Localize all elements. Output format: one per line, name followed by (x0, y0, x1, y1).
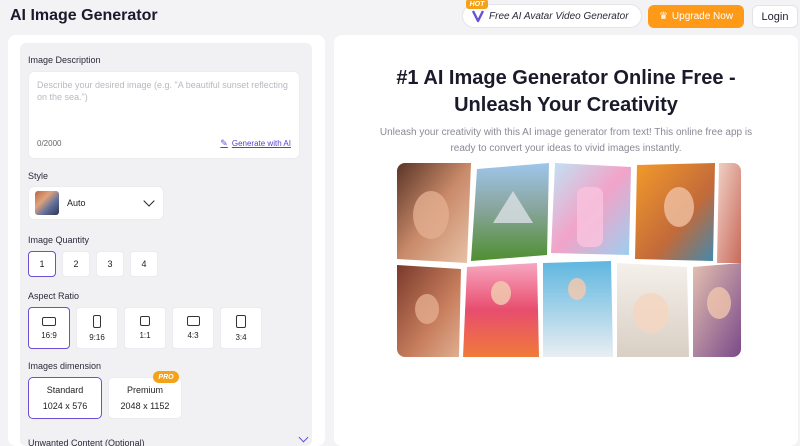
quantity-option-4[interactable]: 4 (130, 251, 158, 277)
quantity-option-2[interactable]: 2 (62, 251, 90, 277)
hero-panel: #1 AI Image Generator Online Free - Unle… (334, 35, 798, 446)
expand-chevron-icon[interactable] (298, 432, 309, 443)
description-input[interactable] (37, 80, 293, 116)
dimension-label: Images dimension (28, 361, 102, 371)
hero-title-line-1: #1 AI Image Generator Online Free - (396, 67, 736, 89)
portrait-icon (93, 314, 101, 328)
hero-subtitle: Unleash your creativity with this AI ima… (364, 125, 768, 157)
aspect-ratio-3-4[interactable]: 3:4 (220, 307, 262, 349)
dimension-standard-name: Standard (46, 385, 84, 395)
login-button[interactable]: Login (752, 5, 798, 28)
avatar-link-label: Free AI Avatar Video Generator (489, 10, 629, 22)
dimension-premium-size: 2048 x 1152 (120, 401, 170, 411)
collage-graphic (397, 163, 741, 357)
generate-with-ai-label: Generate with AI (231, 139, 291, 148)
style-select[interactable]: Auto (28, 186, 164, 220)
quantity-option-3[interactable]: 3 (96, 251, 124, 277)
quantity-options: 1 2 3 4 (28, 251, 158, 277)
aspect-ratio-9-16[interactable]: 9:16 (76, 307, 118, 349)
girl-flowers-image (463, 263, 539, 357)
dimension-standard-size: 1024 x 576 (42, 401, 88, 411)
style-label: Style (28, 171, 49, 181)
magic-wand-icon: ✎ (220, 138, 228, 148)
app-title: AI Image Generator (10, 7, 158, 24)
upgrade-label: Upgrade Now (671, 11, 734, 22)
style-thumbnail (35, 191, 59, 215)
square-icon (140, 316, 150, 326)
aspect-ratio-label-9-16: 9:16 (89, 332, 105, 342)
char-count: 0/2000 (37, 139, 62, 148)
dimension-options: Standard 1024 x 576 PRO Premium 2048 x 1… (28, 371, 182, 419)
generate-with-ai-link[interactable]: ✎ Generate with AI (220, 138, 291, 149)
description-label: Image Description (28, 55, 101, 65)
hot-badge: HOT (466, 0, 488, 9)
aspect-ratio-label-4-3: 4:3 (187, 331, 199, 340)
landscape-4-3-icon (186, 316, 200, 326)
woman-pink-image (717, 163, 741, 263)
crown-icon: ♛ (658, 11, 668, 22)
quantity-option-1[interactable]: 1 (28, 251, 56, 277)
aspect-ratio-4-3[interactable]: 4:3 (172, 307, 214, 349)
sample-image-collage (397, 163, 741, 357)
unwanted-content-label[interactable]: Unwanted Content (Optional) (28, 438, 145, 446)
dimension-premium[interactable]: PRO Premium 2048 x 1152 (108, 371, 182, 419)
avatar-logo-icon (471, 10, 485, 23)
dimension-standard[interactable]: Standard 1024 x 576 (28, 377, 102, 419)
aspect-ratio-label-3-4: 3:4 (235, 332, 247, 342)
aspect-ratio-label-16-9: 16:9 (41, 330, 57, 340)
settings-form: Image Description 0/2000 ✎ Generate with… (20, 43, 312, 446)
style-value: Auto (67, 198, 86, 208)
aspect-ratio-1-1[interactable]: 1:1 (124, 307, 166, 349)
aspect-ratio-label: Aspect Ratio (28, 291, 80, 301)
chevron-down-icon (143, 195, 155, 207)
aspect-ratio-options: 16:9 9:16 1:1 4:3 3:4 (28, 307, 262, 349)
dimension-premium-name: Premium (126, 385, 163, 395)
description-box: 0/2000 ✎ Generate with AI (28, 71, 300, 159)
aspect-ratio-16-9[interactable]: 16:9 (28, 307, 70, 349)
portrait-3-4-icon (236, 314, 246, 328)
upgrade-button[interactable]: ♛ Upgrade Now (648, 5, 744, 28)
hero-subtitle-line-2: ready to convert your ideas to vivid ima… (450, 143, 682, 154)
hero-title: #1 AI Image Generator Online Free - Unle… (334, 65, 798, 119)
avatar-video-link[interactable]: Free AI Avatar Video Generator (462, 4, 642, 28)
hero-subtitle-line-1: Unleash your creativity with this AI ima… (379, 127, 753, 138)
quantity-label: Image Quantity (28, 235, 90, 245)
landscape-icon (42, 316, 56, 326)
hero-title-line-2: Unleash Your Creativity (454, 94, 678, 116)
aspect-ratio-label-1-1: 1:1 (139, 331, 151, 340)
header: AI Image Generator Free AI Avatar Video … (0, 0, 800, 34)
settings-panel: Image Description 0/2000 ✎ Generate with… (8, 35, 325, 446)
pro-badge: PRO (153, 371, 179, 383)
woman-sky-image (543, 261, 613, 357)
